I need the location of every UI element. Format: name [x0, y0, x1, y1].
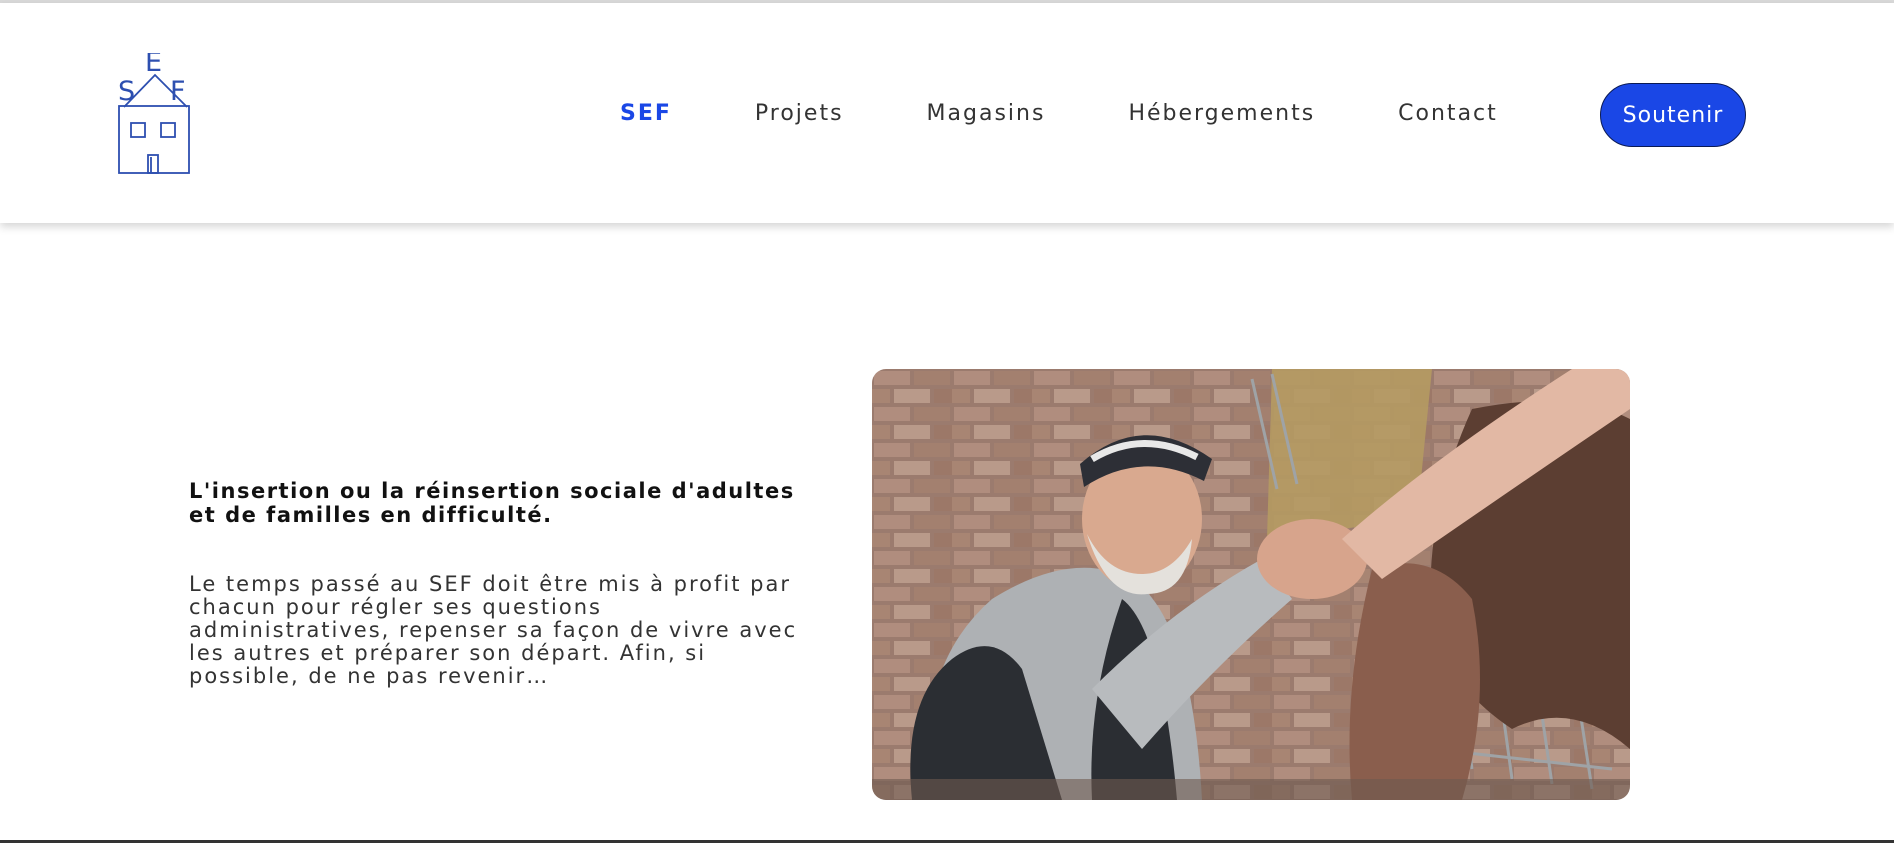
- nav-item-magasins[interactable]: Magasins: [927, 101, 1046, 126]
- main-nav: SEF Projets Magasins Hébergements Contac…: [620, 81, 1581, 145]
- section-paragraph: Le temps passé au SEF doit être mis à pr…: [189, 572, 798, 688]
- nav-item-hebergements[interactable]: Hébergements: [1128, 101, 1315, 126]
- nav-item-contact[interactable]: Contact: [1398, 101, 1498, 126]
- nav-item-projets[interactable]: Projets: [755, 101, 844, 126]
- svg-text:E: E: [145, 53, 162, 78]
- photo-illustration: [872, 369, 1630, 800]
- helping-hand-photo: [872, 369, 1630, 800]
- nav-item-sef[interactable]: SEF: [620, 101, 672, 126]
- site-header: E S F SEF Projets Magasins Hébergements …: [0, 3, 1894, 223]
- svg-text:F: F: [170, 76, 186, 107]
- sef-logo[interactable]: E S F: [115, 53, 195, 178]
- svg-text:S: S: [118, 76, 135, 107]
- section-headline: L'insertion ou la réinsertion sociale d'…: [189, 479, 795, 527]
- soutenir-button[interactable]: Soutenir: [1600, 83, 1746, 147]
- house-logo-icon: E S F: [118, 53, 190, 174]
